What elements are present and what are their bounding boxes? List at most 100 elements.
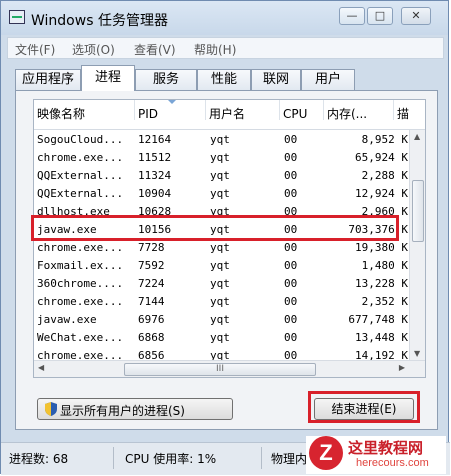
table-row[interactable]: dllhost.exe10628yqt002,960 KC (34, 203, 425, 221)
table-cell: 703,376 K (348, 223, 408, 236)
table-row[interactable]: Foxmail.ex...7592yqt001,480 KF (34, 257, 425, 275)
table-cell: 2,352 K (361, 295, 408, 308)
table-cell: 00 (284, 133, 298, 146)
table-cell: yqt (210, 169, 230, 182)
table-cell: yqt (210, 151, 230, 164)
list-header: 映像名称 PID 用户名 CPU 内存(... 描 (34, 100, 425, 130)
table-cell: yqt (210, 331, 230, 344)
table-cell: SogouCloud... (37, 133, 124, 146)
show-all-users-label: 显示所有用户的进程(S) (60, 404, 185, 418)
table-cell: 00 (284, 331, 298, 344)
status-process-count: 进程数: 68 (9, 452, 69, 466)
status-cpu-usage: CPU 使用率: 1% (125, 452, 217, 466)
table-cell: yqt (210, 205, 230, 218)
table-cell: 10628 (138, 205, 172, 218)
vertical-scroll-thumb[interactable] (412, 180, 424, 242)
watermark-url: herecours.com (356, 457, 429, 469)
menu-help[interactable]: 帮助(H) (194, 41, 236, 58)
table-cell: 7592 (138, 259, 165, 272)
table-cell: dllhost.exe (37, 205, 110, 218)
column-description[interactable]: 描 (394, 100, 410, 121)
task-manager-icon (9, 10, 25, 24)
table-cell: 00 (284, 241, 298, 254)
table-row[interactable]: QQExternal...10904yqt0012,924 KQ (34, 185, 425, 203)
table-cell: 10156 (138, 223, 172, 236)
table-cell: 2,960 K (361, 205, 408, 218)
table-cell: yqt (210, 277, 230, 290)
table-cell: 7144 (138, 295, 165, 308)
close-button[interactable]: ✕ (401, 7, 431, 25)
table-row[interactable]: 360chrome....7224yqt0013,228 K3 (34, 275, 425, 293)
table-cell: 12,924 K (355, 187, 408, 200)
table-cell: 8,952 K (361, 133, 408, 146)
processes-panel: 映像名称 PID 用户名 CPU 内存(... 描 SogouCloud... 1… (15, 90, 438, 430)
table-cell: 10904 (138, 187, 172, 200)
column-memory[interactable]: 内存(... (324, 100, 394, 121)
table-cell: 11324 (138, 169, 172, 182)
end-process-button[interactable]: 结束进程(E) (314, 398, 414, 420)
table-cell: javaw.exe (37, 313, 97, 326)
table-cell: yqt (210, 133, 230, 146)
status-physical-memory: 物理内 (271, 452, 308, 466)
table-cell: chrome.exe... (37, 295, 124, 308)
table-cell: javaw.exe (37, 223, 97, 236)
title-bar[interactable]: Windows 任务管理器 — □ ✕ (1, 1, 448, 35)
tab-services[interactable]: 服务 (135, 69, 197, 90)
column-image-name[interactable]: 映像名称 (34, 100, 135, 121)
horizontal-scrollbar[interactable]: ◀ III ▶ (34, 360, 425, 377)
table-cell: yqt (210, 295, 230, 308)
scroll-left-icon[interactable]: ◀ (38, 363, 44, 372)
tab-applications[interactable]: 应用程序 (15, 69, 81, 90)
table-cell: Foxmail.ex... (37, 259, 124, 272)
scroll-down-icon[interactable]: ▼ (414, 349, 420, 358)
table-row[interactable]: WeChat.exe...6868yqt0013,448 KW (34, 329, 425, 347)
tab-processes[interactable]: 进程 (81, 65, 135, 91)
menu-file[interactable]: 文件(F) (15, 41, 55, 58)
table-row[interactable]: chrome.exe...7728yqt0019,380 KG (34, 239, 425, 257)
table-cell: WeChat.exe... (37, 331, 124, 344)
scroll-up-icon[interactable]: ▲ (414, 132, 420, 141)
table-cell: 13,448 K (355, 331, 408, 344)
scroll-right-icon[interactable]: ▶ (399, 363, 405, 372)
table-row[interactable]: chrome.exe...7144yqt002,352 KG (34, 293, 425, 311)
table-cell: chrome.exe... (37, 151, 124, 164)
table-row[interactable]: QQExternal...11324yqt002,288 KQ (34, 167, 425, 185)
table-cell: 00 (284, 205, 298, 218)
process-list[interactable]: 映像名称 PID 用户名 CPU 内存(... 描 SogouCloud... 1… (33, 99, 426, 378)
column-username[interactable]: 用户名 (206, 100, 280, 121)
table-cell: 00 (284, 151, 298, 164)
table-cell: yqt (210, 313, 230, 326)
minimize-button[interactable]: — (339, 7, 365, 25)
table-row[interactable]: javaw.exe10156yqt00703,376 KJ (34, 221, 425, 239)
table-cell: yqt (210, 241, 230, 254)
table-cell: 7728 (138, 241, 165, 254)
table-cell: 65,924 K (355, 151, 408, 164)
status-separator (261, 447, 262, 469)
watermark-title: 这里教程网 (348, 439, 424, 457)
table-cell: 6976 (138, 313, 165, 326)
maximize-button[interactable]: □ (367, 7, 393, 25)
tab-networking[interactable]: 联网 (251, 69, 301, 90)
shield-icon (45, 402, 57, 416)
table-cell: yqt (210, 259, 230, 272)
table-cell: 00 (284, 223, 298, 236)
menu-options[interactable]: 选项(O) (72, 41, 115, 58)
table-row[interactable]: chrome.exe...11512yqt0065,924 KG (34, 149, 425, 167)
tab-performance[interactable]: 性能 (197, 69, 251, 90)
table-cell: 00 (284, 313, 298, 326)
table-row[interactable]: javaw.exe6976yqt00677,748 KJ (34, 311, 425, 329)
tab-users[interactable]: 用户 (301, 69, 355, 90)
vertical-scrollbar[interactable]: ▲ ▼ (409, 130, 425, 360)
column-cpu[interactable]: CPU (280, 100, 324, 121)
table-cell: QQExternal... (37, 187, 124, 200)
table-cell: 7224 (138, 277, 165, 290)
table-row[interactable]: SogouCloud...12164yqt008,952 KS (34, 131, 425, 149)
horizontal-scroll-thumb[interactable]: III (124, 363, 316, 376)
site-watermark: Z 这里教程网 herecours.com (306, 436, 446, 474)
table-cell: 11512 (138, 151, 172, 164)
table-cell: 2,288 K (361, 169, 408, 182)
show-all-users-button[interactable]: 显示所有用户的进程(S) (37, 398, 233, 420)
menu-view[interactable]: 查看(V) (134, 41, 176, 58)
menu-bar: 文件(F) 选项(O) 查看(V) 帮助(H) (7, 37, 444, 59)
window-title: Windows 任务管理器 (31, 13, 168, 29)
